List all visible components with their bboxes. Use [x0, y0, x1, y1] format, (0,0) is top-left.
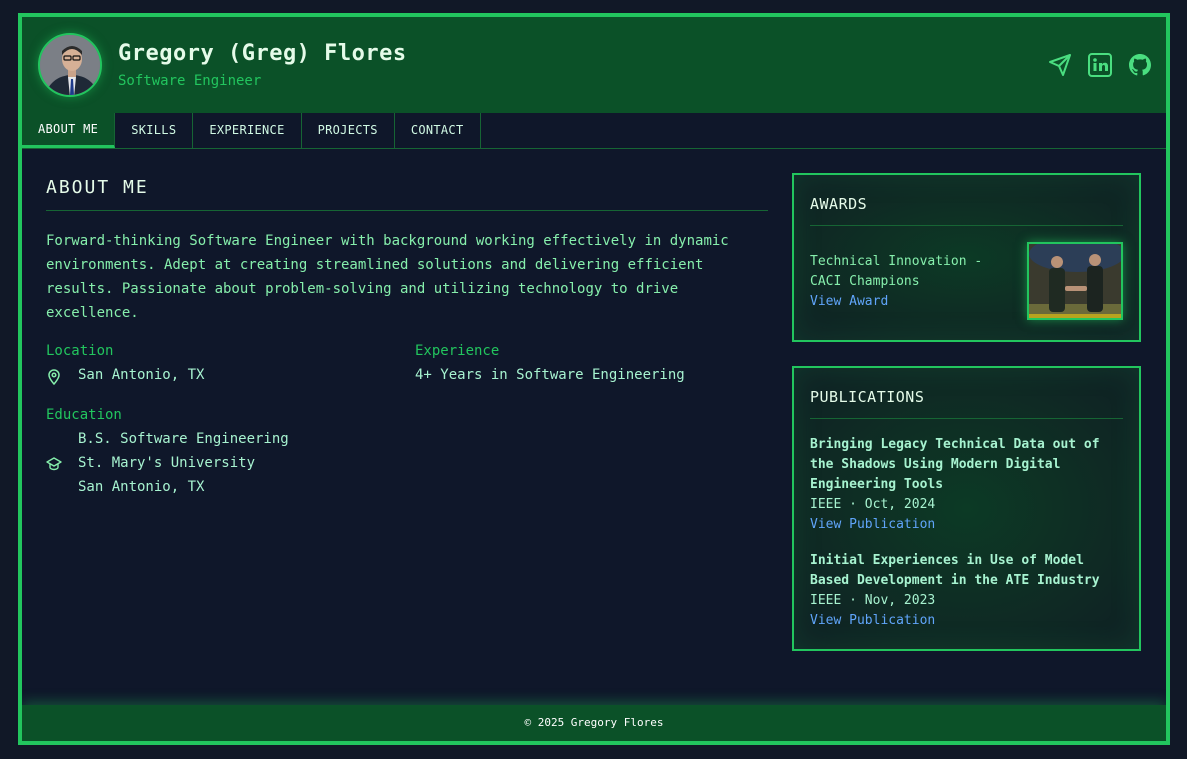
- publication-item: Bringing Legacy Technical Data out of th…: [810, 435, 1123, 535]
- view-publication-link[interactable]: View Publication: [810, 515, 1123, 535]
- education-school: St. Mary's University: [78, 455, 256, 471]
- send-icon[interactable]: [1048, 53, 1072, 77]
- education-label: Education: [46, 407, 122, 423]
- footer: © 2025 Gregory Flores: [22, 705, 1166, 741]
- graduation-cap-icon: [46, 457, 62, 471]
- view-publication-link[interactable]: View Publication: [810, 611, 1123, 631]
- avatar: [38, 33, 102, 97]
- education-city: San Antonio, TX: [78, 479, 205, 495]
- location-value: San Antonio, TX: [78, 367, 205, 383]
- main-nav: ABOUT ME SKILLS EXPERIENCE PROJECTS CONT…: [22, 113, 1166, 149]
- tab-experience[interactable]: EXPERIENCE: [193, 113, 302, 148]
- profile-role: Software Engineer: [118, 73, 262, 89]
- linkedin-icon[interactable]: [1088, 53, 1112, 77]
- about-section: ABOUT ME Forward-thinking Software Engin…: [46, 177, 768, 503]
- publications-heading: PUBLICATIONS: [810, 388, 1123, 419]
- tab-skills[interactable]: SKILLS: [115, 113, 194, 148]
- portfolio-frame: Gregory (Greg) Flores Software Engineer …: [18, 13, 1170, 745]
- award-photo[interactable]: [1027, 242, 1123, 320]
- publication-meta: IEEE · Oct, 2024: [810, 497, 936, 512]
- about-intro: Forward-thinking Software Engineer with …: [46, 233, 729, 321]
- education-degree: B.S. Software Engineering: [78, 431, 289, 447]
- section-heading: ABOUT ME: [46, 177, 768, 211]
- github-icon[interactable]: [1128, 53, 1152, 77]
- location-label: Location: [46, 343, 114, 359]
- profile-name: Gregory (Greg) Flores: [118, 41, 407, 66]
- awards-card: AWARDS Technical Innovation - CACI Champ…: [792, 173, 1141, 342]
- award-text: Technical Innovation - CACI Champions Vi…: [810, 252, 1015, 312]
- view-award-link[interactable]: View Award: [810, 292, 1015, 312]
- publication-title: Bringing Legacy Technical Data out of th…: [810, 437, 1100, 492]
- award-item: Technical Innovation - CACI Champions Vi…: [810, 242, 1123, 322]
- tab-projects[interactable]: PROJECTS: [302, 113, 395, 148]
- header: Gregory (Greg) Flores Software Engineer: [22, 17, 1166, 113]
- experience-value: 4+ Years in Software Engineering: [415, 367, 685, 383]
- social-links: [1048, 53, 1152, 77]
- publications-card: PUBLICATIONS Bringing Legacy Technical D…: [792, 366, 1141, 651]
- tab-contact[interactable]: CONTACT: [395, 113, 481, 148]
- publication-title: Initial Experiences in Use of Model Base…: [810, 553, 1100, 588]
- awards-heading: AWARDS: [810, 195, 1123, 226]
- profile-details: Location San Antonio, TX Experience 4+ Y…: [46, 343, 768, 503]
- experience-label: Experience: [415, 343, 500, 359]
- award-title: Technical Innovation - CACI Champions: [810, 254, 983, 289]
- tab-about-me[interactable]: ABOUT ME: [22, 113, 116, 148]
- publication-meta: IEEE · Nov, 2023: [810, 593, 936, 608]
- map-pin-icon: [48, 369, 60, 385]
- publication-item: Initial Experiences in Use of Model Base…: [810, 551, 1123, 631]
